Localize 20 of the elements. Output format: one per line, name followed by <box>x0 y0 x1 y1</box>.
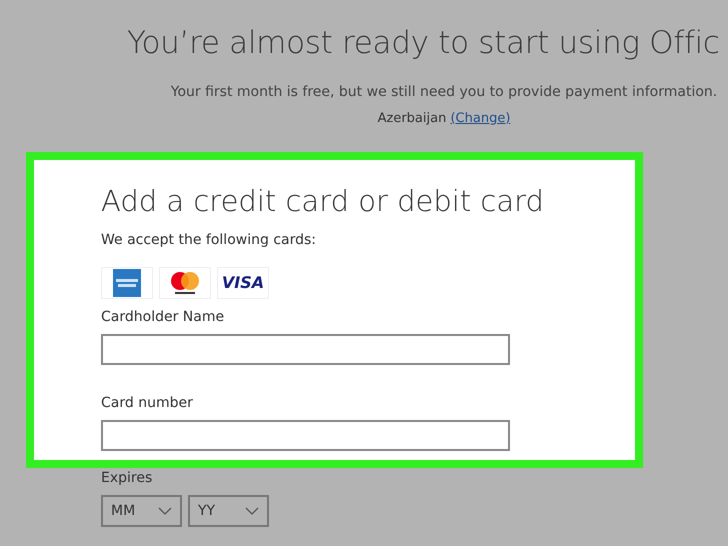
chevron-down-icon <box>158 507 172 515</box>
select-dropdown[interactable]: MM <box>101 495 182 527</box>
mastercard-logo <box>159 266 211 299</box>
page-title: You’re almost ready to start using Offic <box>127 24 721 63</box>
subtitle: Your first month is free, but we still need you to provide payment information. <box>170 82 718 102</box>
chevron-down-icon <box>245 507 259 515</box>
select-placeholder: MM <box>111 502 136 520</box>
form-heading: Add a credit card or debit card <box>101 186 545 218</box>
change-link[interactable]: (Change) <box>450 110 510 126</box>
visa-logo: VISA <box>217 266 269 299</box>
select-dropdown[interactable]: YY <box>188 495 269 527</box>
expires-label: Expires <box>101 469 154 488</box>
amex-logo <box>101 266 153 299</box>
field-label: Cardholder Name <box>101 308 226 327</box>
country-name: Azerbaijan <box>378 110 446 126</box>
field-label: Card number <box>101 394 194 413</box>
select-placeholder: YY <box>198 502 216 520</box>
input-field[interactable] <box>101 334 510 365</box>
accepted-cards-label: We accept the following cards: <box>101 230 317 250</box>
input-field[interactable] <box>101 420 510 451</box>
